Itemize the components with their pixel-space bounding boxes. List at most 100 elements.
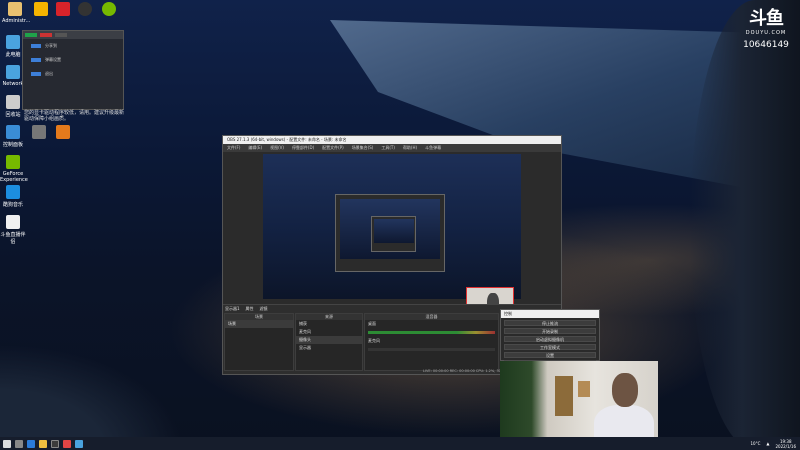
desktop-icon-app[interactable]	[50, 125, 76, 141]
desktop-icon-administrator[interactable]: Administr...	[2, 2, 31, 24]
webcam-person-head	[612, 373, 638, 407]
desktop-icon-qq[interactable]	[26, 125, 52, 141]
logo-domain: DOUYU.COM	[745, 30, 787, 36]
audio-mixer-dock: 混音器 桌面 麦克风	[364, 313, 499, 371]
wallpaper-window-frame	[0, 300, 260, 450]
desktop-icon-douyu[interactable]: 斗鱼直播伴侣	[0, 215, 26, 245]
webcam-bookshelf	[555, 376, 573, 416]
popup-row[interactable]: 弹幕设置	[23, 53, 123, 67]
file-explorer-icon[interactable]	[39, 439, 47, 448]
music-app-icon	[6, 185, 20, 199]
network-icon[interactable]: ▲	[766, 441, 769, 446]
geforce-icon	[6, 155, 20, 169]
blue-toggle-icon	[31, 44, 41, 48]
menu-edit[interactable]: 编辑(E)	[248, 145, 262, 151]
menu-profile[interactable]: 配置文件(P)	[322, 145, 344, 151]
desktop-icon-label: 斗鱼直播伴侣	[0, 232, 26, 245]
desktop-icon-label: 回收站	[5, 112, 21, 118]
desktop-icon-label: Administr...	[2, 18, 31, 24]
control-panel-icon	[6, 125, 20, 139]
mixer-channel-label: 麦克风	[368, 338, 380, 343]
tray-popup-panel: 分享到 弹幕设置 退出	[22, 30, 124, 110]
desktop-icon-label: 控制面板	[2, 142, 23, 148]
menu-help[interactable]: 帮助(H)	[403, 145, 417, 151]
music-app-icon	[56, 2, 70, 16]
document-icon	[6, 215, 20, 229]
desktop-icon-geforce-experience[interactable]: GeForce Experience	[0, 155, 28, 183]
system-tray: 10°C ▲ 19:38 2022/1/16	[751, 437, 796, 450]
source-item[interactable]: 麦克风	[296, 328, 362, 336]
source-item[interactable]: 显示器	[296, 344, 362, 352]
source-toolbar-label: 显示器1	[225, 305, 240, 311]
obs-title: OBS 27.1.3 (64-bit, windows) - 配置文件: 未命名…	[227, 137, 347, 142]
obs-titlebar[interactable]: OBS 27.1.3 (64-bit, windows) - 配置文件: 未命名…	[223, 136, 561, 144]
logo-mark: 斗鱼	[749, 8, 784, 29]
mic-audio-meter[interactable]	[368, 348, 495, 351]
start-icon[interactable]	[3, 439, 11, 448]
popup-row-label: 分享到	[45, 43, 57, 48]
sources-dock: 来源 捕获 麦克风 摄像头 显示器	[295, 313, 363, 371]
weather-temperature[interactable]: 10°C	[751, 441, 761, 446]
source-item[interactable]: 捕获	[296, 320, 362, 328]
blue-toggle-icon	[31, 72, 41, 76]
steam-icon	[78, 2, 92, 16]
webcam-wall-picture	[578, 381, 590, 397]
clock[interactable]: 19:38 2022/1/16	[775, 439, 796, 449]
douyu-taskbar-icon[interactable]	[63, 439, 71, 448]
obs-menubar: 文件(F) 编辑(E) 视图(V) 停靠部件(D) 配置文件(P) 场景集合(S…	[223, 144, 561, 152]
nested-preview-image-2	[374, 219, 414, 243]
driver-notice-text: 您的显卡驱动程序较低，请用。建议升级最新驱动保障小组画质。	[24, 110, 125, 122]
studio-mode-button[interactable]: 工作室模式	[504, 344, 596, 350]
stop-streaming-button[interactable]: 停止推流	[504, 320, 596, 326]
search-icon[interactable]	[15, 439, 23, 448]
popup-row[interactable]: 分享到	[23, 39, 123, 53]
menu-file[interactable]: 文件(F)	[227, 145, 240, 151]
filters-button[interactable]: 滤镜	[260, 306, 268, 312]
mixer-channel-label: 桌面	[368, 321, 376, 326]
popup-row-label: 弹幕设置	[45, 57, 61, 62]
clock-date: 2022/1/16	[775, 443, 796, 449]
room-number: 10646149	[743, 40, 789, 50]
desktop-audio-meter[interactable]	[368, 331, 495, 334]
douyu-logo: 斗鱼 DOUYU.COM 10646149	[736, 4, 796, 50]
popup-row[interactable]: 退出	[23, 67, 123, 81]
obs-taskbar-icon[interactable]	[51, 439, 59, 448]
menu-scene-collection[interactable]: 场景集合(S)	[352, 145, 374, 151]
menu-docks[interactable]: 停靠部件(D)	[292, 145, 314, 151]
desktop-icon-control-panel[interactable]: 控制面板	[0, 125, 26, 148]
start-recording-button[interactable]: 开始录制	[504, 328, 596, 334]
popup-toolbar	[23, 31, 123, 39]
obs-preview-canvas[interactable]	[263, 154, 521, 317]
scenes-dock: 场景 场景	[224, 313, 294, 371]
desktop-icon-label: GeForce Experience	[0, 171, 28, 183]
popup-tab-1[interactable]	[25, 33, 37, 37]
virtual-camera-button[interactable]: 启动虚拟摄像机	[504, 336, 596, 342]
popup-row-label: 退出	[45, 71, 53, 76]
desktop-icon-label: 此电脑	[5, 52, 21, 58]
menu-tools[interactable]: 工具(T)	[381, 145, 395, 151]
controls-title: 控制	[501, 310, 599, 318]
settings-button[interactable]: 设置	[504, 352, 596, 358]
popup-tab-2[interactable]	[40, 33, 52, 37]
edge-icon[interactable]	[27, 439, 35, 448]
folder-icon	[8, 2, 22, 16]
properties-button[interactable]: 属性	[246, 306, 254, 312]
source-item[interactable]: 摄像头	[296, 336, 362, 344]
desktop-icon-steam[interactable]	[72, 2, 98, 18]
computer-icon	[6, 35, 20, 49]
menu-danmaku[interactable]: 斗鱼弹幕	[425, 145, 441, 151]
desktop-icon-geforce[interactable]	[96, 2, 122, 18]
network-icon	[6, 65, 20, 79]
desktop-icon-label: 酷狗音乐	[2, 202, 23, 208]
app-taskbar-icon[interactable]	[75, 439, 83, 448]
taskbar: 10°C ▲ 19:38 2022/1/16	[0, 437, 800, 450]
desktop-icon-kugou-music[interactable]: 酷狗音乐	[0, 185, 26, 208]
desktop-icon-label: Network	[2, 81, 24, 87]
blue-toggle-icon	[31, 58, 41, 62]
menu-view[interactable]: 视图(V)	[270, 145, 284, 151]
geforce-icon	[102, 2, 116, 16]
scene-item[interactable]: 场景	[225, 320, 293, 328]
app-icon	[32, 125, 46, 139]
popup-tab-3[interactable]	[55, 33, 67, 37]
recycle-bin-icon	[6, 95, 20, 109]
